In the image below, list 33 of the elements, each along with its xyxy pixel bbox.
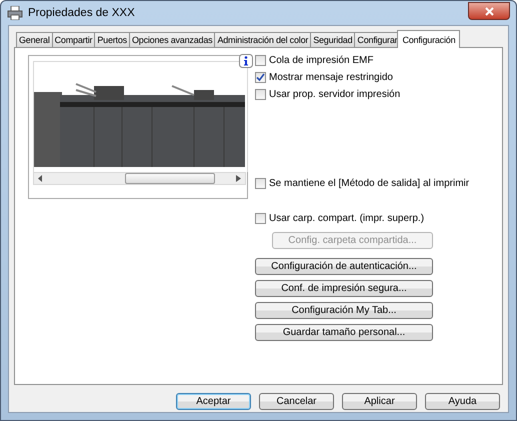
checkbox[interactable] [255, 72, 266, 83]
scroll-left-arrow-icon [38, 175, 43, 182]
tab[interactable]: Puertos [94, 32, 130, 47]
checkbox-label: Usar prop. servidor impresión [269, 89, 400, 100]
close-icon [484, 6, 494, 16]
checkbox-label: Cola de impresión EMF [269, 55, 374, 66]
dialog-button[interactable]: Ayuda [425, 393, 500, 410]
tab[interactable]: Opciones avanzadas [128, 32, 216, 47]
dialog-button[interactable]: Cancelar [259, 393, 334, 410]
checkbox-label: Usar carp. compart. (impr. superp.) [269, 213, 424, 224]
checkbox-label: Mostrar mensaje restringido [269, 72, 393, 83]
horizontal-scrollbar[interactable] [33, 172, 246, 185]
checkbox[interactable] [255, 89, 266, 100]
tab[interactable]: Compartir [52, 32, 96, 47]
checkbox[interactable] [255, 213, 266, 224]
dialog-button[interactable]: Aplicar [342, 393, 417, 410]
printer-icon [7, 6, 23, 20]
tab[interactable]: General [16, 32, 53, 47]
tab[interactable]: Configuración [397, 30, 460, 48]
window-title: Propiedades de XXX [28, 7, 135, 19]
action-button[interactable]: Conf. de impresión segura... [255, 280, 433, 297]
tab[interactable]: Administración del color [214, 32, 312, 47]
close-button[interactable] [468, 2, 510, 20]
action-button[interactable]: Configuración My Tab... [255, 302, 433, 319]
action-button[interactable]: Guardar tamaño personal... [255, 324, 433, 341]
checkbox-label: Se mantiene el [Método de salida] al imprimir [269, 178, 470, 189]
tab[interactable]: Seguridad [310, 32, 356, 47]
info-icon[interactable] [239, 54, 253, 68]
scroll-right-arrow-icon [236, 175, 241, 182]
checkbox[interactable] [255, 178, 266, 189]
action-button[interactable]: Configuración de autenticación... [255, 258, 433, 275]
dialog-button[interactable]: Aceptar [176, 393, 251, 410]
checkbox[interactable] [255, 55, 266, 66]
